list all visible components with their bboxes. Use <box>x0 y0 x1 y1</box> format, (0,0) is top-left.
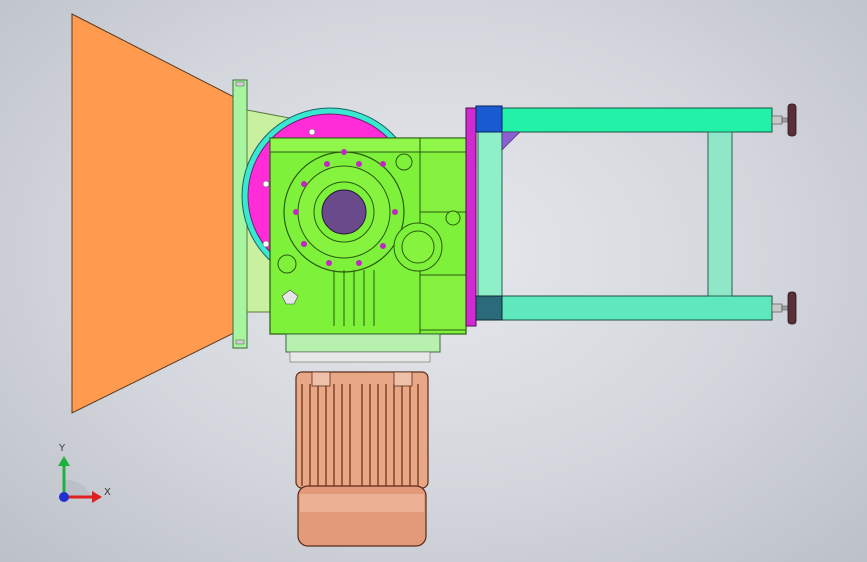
triad-z-axis <box>59 492 69 502</box>
motor-adapter-flange[interactable] <box>285 333 441 353</box>
frame-bottom-rail[interactable] <box>499 295 773 321</box>
gearbox-right-lower <box>419 274 467 331</box>
triad-y-label: Y <box>59 443 66 454</box>
frame-upright[interactable] <box>465 107 477 327</box>
frame-vertical-post[interactable] <box>477 129 503 299</box>
motor-terminal-box-right <box>393 371 413 387</box>
triad-y-arrow <box>58 456 70 466</box>
gearbox-bearing-cap-inner <box>401 230 435 264</box>
frame-gusset <box>501 131 521 151</box>
gearbox-plug-left <box>277 254 297 274</box>
hopper-funnel[interactable] <box>71 13 241 414</box>
gearbox-plug-top <box>395 153 413 171</box>
triad-x-arrow <box>92 491 102 503</box>
motor-fan-cover-band <box>300 494 424 512</box>
output-shaft-bore[interactable] <box>321 189 367 235</box>
frame-cross-member[interactable] <box>707 131 733 297</box>
flange-bolt-top <box>235 81 245 87</box>
gearbox-top-rim <box>269 137 467 153</box>
frame-corner-block-top <box>475 105 503 133</box>
graphics-viewport[interactable]: Y X <box>0 0 867 562</box>
leveling-foot-top[interactable] <box>771 103 797 137</box>
motor-adapter-neck <box>289 351 431 363</box>
triad-x-label: X <box>104 487 111 498</box>
leveling-foot-bottom[interactable] <box>771 291 797 325</box>
gearbox-right-block <box>419 151 467 213</box>
frame-top-rail[interactable] <box>499 107 773 133</box>
motor-terminal-box-left <box>311 371 331 387</box>
flange-bolt-bottom <box>235 339 245 345</box>
reference-triad <box>58 456 102 503</box>
gearbox-side-plug <box>445 210 461 226</box>
frame-corner-block-bottom <box>475 295 503 321</box>
cad-model-view[interactable] <box>0 0 867 562</box>
